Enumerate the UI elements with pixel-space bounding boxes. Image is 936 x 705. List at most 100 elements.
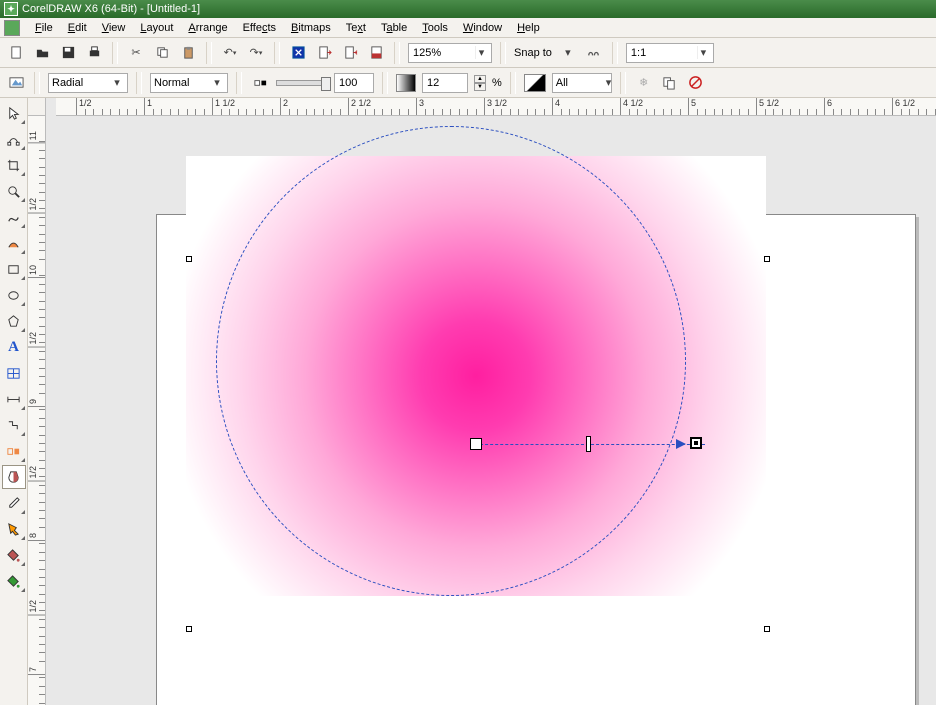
polygon-tool[interactable] — [2, 309, 26, 333]
vertical-ruler[interactable]: 111/2101/291/281/271/2 — [28, 116, 46, 705]
smart-fill-tool[interactable] — [2, 231, 26, 255]
chevron-down-icon: ▾ — [210, 76, 224, 89]
print-button[interactable] — [84, 43, 104, 63]
clear-transparency-button[interactable] — [686, 73, 706, 93]
snap-label: Snap to — [514, 47, 552, 59]
drawing-canvas[interactable] — [46, 116, 936, 705]
paste-button[interactable] — [178, 43, 198, 63]
export-button[interactable] — [340, 43, 360, 63]
ruler-origin[interactable] — [28, 98, 46, 116]
dimension-tool[interactable] — [2, 387, 26, 411]
copy-properties-button[interactable] — [660, 73, 680, 93]
transparency-midpoint-icon — [250, 73, 270, 93]
freehand-tool[interactable] — [2, 205, 26, 229]
menu-arrange[interactable]: Arrange — [182, 20, 233, 36]
transparency-slider[interactable] — [276, 80, 328, 86]
zoom-value: 125% — [413, 47, 441, 59]
publish-pdf-button[interactable] — [366, 43, 386, 63]
connector-tool[interactable] — [2, 413, 26, 437]
gradient-start-node[interactable] — [470, 438, 482, 450]
menu-help[interactable]: Help — [511, 20, 546, 36]
chevron-down-icon: ▾ — [110, 76, 124, 89]
menu-file[interactable]: File — [29, 20, 59, 36]
blend-tool[interactable] — [2, 439, 26, 463]
text-tool[interactable]: A — [2, 335, 26, 359]
document-icon[interactable] — [4, 20, 20, 36]
open-button[interactable] — [32, 43, 52, 63]
fill-type-icon[interactable] — [6, 73, 26, 93]
gradient-boundary-ellipse[interactable] — [216, 126, 686, 596]
gradient-end-node[interactable] — [690, 437, 702, 449]
chevron-down-icon: ▾ — [606, 76, 612, 89]
redo-button[interactable]: ↷▾ — [246, 43, 266, 63]
selection-handle-tl[interactable] — [186, 256, 192, 262]
fill-type-value: Radial — [52, 77, 102, 89]
property-bar: Radial▾ Normal▾ 100 12 ▲ ▼ % All▾ ❄ — [0, 68, 936, 98]
window-title: CorelDRAW X6 (64-Bit) - [Untitled-1] — [22, 3, 200, 15]
menu-bitmaps[interactable]: Bitmaps — [285, 20, 337, 36]
menu-window[interactable]: Window — [457, 20, 508, 36]
undo-button[interactable]: ↶▾ — [220, 43, 240, 63]
toolbox: A — [0, 98, 28, 705]
ruler-h-tick: 4 — [552, 98, 560, 116]
ruler-h-tick: 3 — [416, 98, 424, 116]
standard-toolbar: ✂ ↶▾ ↷▾ 125% ▾ Snap to ▾ 1:1▾ — [0, 38, 936, 68]
horizontal-ruler[interactable]: 1/211 1/222 1/233 1/244 1/255 1/266 1/2 — [56, 98, 936, 116]
spinner-down[interactable]: ▼ — [474, 83, 486, 91]
outline-tool[interactable] — [2, 517, 26, 541]
freeze-button: ❄ — [634, 73, 654, 93]
ruler-v-tick: 9 — [28, 399, 46, 407]
menu-tools[interactable]: Tools — [416, 20, 454, 36]
ruler-h-tick: 2 — [280, 98, 288, 116]
ellipse-tool[interactable] — [2, 283, 26, 307]
menu-text[interactable]: Text — [340, 20, 372, 36]
ratio-combo[interactable]: 1:1▾ — [626, 43, 714, 63]
zoom-combo[interactable]: 125% ▾ — [408, 43, 492, 63]
spinner-up[interactable]: ▲ — [474, 75, 486, 83]
interactive-fill-tool[interactable] — [2, 569, 26, 593]
apply-target-combo[interactable]: All▾ — [552, 73, 612, 93]
app-logo-icon: ✦ — [4, 2, 18, 16]
blend-combo[interactable]: Normal ▾ — [150, 73, 228, 93]
selection-handle-bl[interactable] — [186, 626, 192, 632]
selection-handle-tr[interactable] — [764, 256, 770, 262]
table-tool[interactable] — [2, 361, 26, 385]
snap-options-button[interactable] — [584, 43, 604, 63]
blend-value: Normal — [154, 77, 204, 89]
fill-tool[interactable] — [2, 543, 26, 567]
import-button[interactable] — [314, 43, 334, 63]
crop-tool[interactable] — [2, 153, 26, 177]
gradient-midpoint-node[interactable] — [586, 436, 591, 452]
percent-label: % — [492, 77, 502, 89]
menu-layout[interactable]: Layout — [134, 20, 179, 36]
shape-tool[interactable] — [2, 127, 26, 151]
menu-edit[interactable]: Edit — [62, 20, 93, 36]
cut-button[interactable]: ✂ — [126, 43, 146, 63]
apply-target-value: All — [556, 77, 606, 89]
chevron-down-icon: ▾ — [475, 46, 487, 59]
gradient-preview-icon — [396, 74, 416, 92]
menu-table[interactable]: Table — [375, 20, 413, 36]
snap-dropdown[interactable]: ▾ — [558, 43, 578, 63]
gradient-swatch-icon[interactable] — [524, 74, 546, 92]
selection-handle-br[interactable] — [764, 626, 770, 632]
gradient-arrow-icon — [676, 439, 686, 449]
pick-tool[interactable] — [2, 101, 26, 125]
ruler-v-tick: 8 — [28, 533, 46, 541]
transparency-tool[interactable] — [2, 465, 26, 489]
eyedropper-tool[interactable] — [2, 491, 26, 515]
menu-effects[interactable]: Effects — [237, 20, 282, 36]
rectangle-tool[interactable] — [2, 257, 26, 281]
angle-value[interactable]: 12 — [422, 73, 468, 93]
menu-bar: File Edit View Layout Arrange Effects Bi… — [0, 18, 936, 38]
search-content-button[interactable] — [288, 43, 308, 63]
copy-button[interactable] — [152, 43, 172, 63]
fill-type-combo[interactable]: Radial ▾ — [48, 73, 128, 93]
new-button[interactable] — [6, 43, 26, 63]
ruler-h-tick: 6 — [824, 98, 832, 116]
menu-view[interactable]: View — [96, 20, 132, 36]
save-button[interactable] — [58, 43, 78, 63]
slider-thumb[interactable] — [321, 77, 331, 91]
transparency-value[interactable]: 100 — [334, 73, 374, 93]
zoom-tool[interactable] — [2, 179, 26, 203]
